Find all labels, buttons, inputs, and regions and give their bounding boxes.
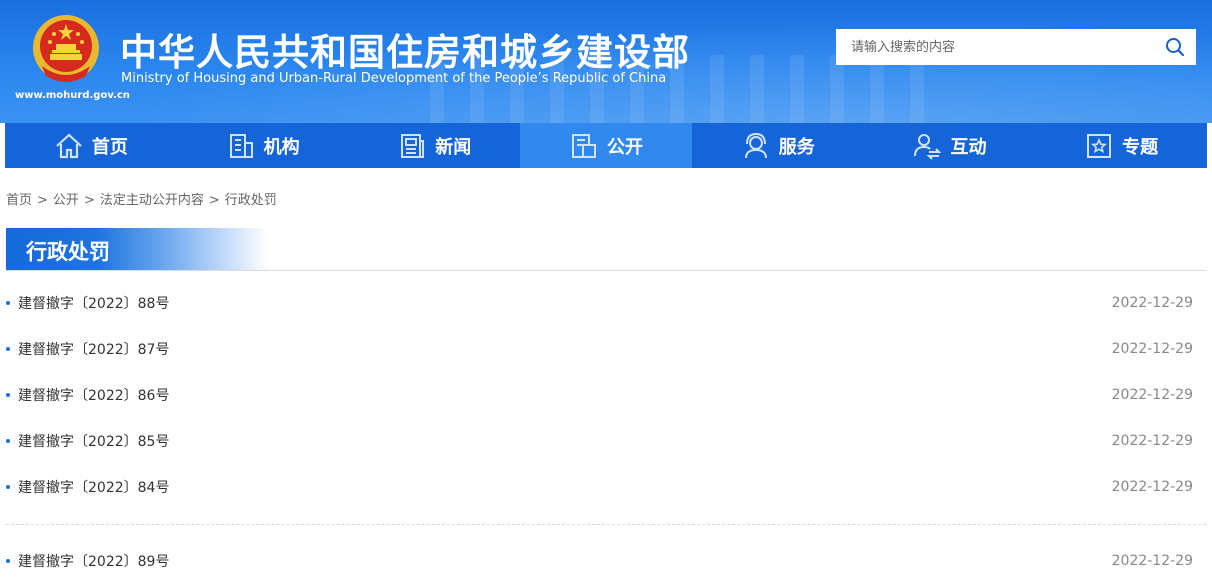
list-item-title[interactable]: 建督撤字〔2022〕85号 <box>18 431 169 451</box>
bullet-icon <box>6 393 10 397</box>
list-item-date: 2022-12-29 <box>1111 341 1193 357</box>
list-item-title[interactable]: 建督撤字〔2022〕84号 <box>18 477 169 497</box>
list-divider <box>6 524 1206 525</box>
nav-label: 首页 <box>91 136 128 158</box>
list-item: 建督撤字〔2022〕84号 2022-12-29 <box>6 464 1206 510</box>
building-icon <box>226 131 256 161</box>
bullet-icon <box>6 485 10 489</box>
list-item-date: 2022-12-29 <box>1111 553 1193 569</box>
document-list: 建督撤字〔2022〕88号 2022-12-29 建督撤字〔2022〕87号 2… <box>6 280 1206 584</box>
list-item: 建督撤字〔2022〕89号 2022-12-29 <box>6 538 1206 584</box>
bullet-icon <box>6 301 10 305</box>
bullet-icon <box>6 347 10 351</box>
nav-label: 新闻 <box>435 136 472 158</box>
main-nav: 首页 机构 新闻 公开 服务 互动 专题 <box>5 123 1207 168</box>
list-item-date: 2022-12-29 <box>1111 433 1193 449</box>
list-item-date: 2022-12-29 <box>1111 479 1193 495</box>
list-item-date: 2022-12-29 <box>1111 295 1193 311</box>
breadcrumb-current[interactable]: 行政处罚 <box>225 193 277 208</box>
list-item-title[interactable]: 建督撤字〔2022〕89号 <box>18 551 169 571</box>
section-header: 行政处罚 <box>6 228 1206 271</box>
breadcrumb-separator: > <box>83 193 95 208</box>
nav-item-service[interactable]: 服务 <box>692 123 864 168</box>
breadcrumb-home[interactable]: 首页 <box>6 193 32 208</box>
newspaper-icon <box>397 131 427 161</box>
nav-item-public[interactable]: 公开 <box>520 123 692 168</box>
nav-item-organization[interactable]: 机构 <box>177 123 349 168</box>
list-item: 建督撤字〔2022〕87号 2022-12-29 <box>6 326 1206 372</box>
site-url: www.mohurd.gov.cn <box>15 90 130 101</box>
site-title-en: Ministry of Housing and Urban-Rural Deve… <box>121 71 667 86</box>
breadcrumb-public[interactable]: 公开 <box>53 193 79 208</box>
nav-item-interaction[interactable]: 互动 <box>864 123 1036 168</box>
site-title-cn[interactable]: 中华人民共和国住房和城乡建设部 <box>120 22 690 76</box>
search-button[interactable] <box>1154 29 1196 65</box>
list-item: 建督撤字〔2022〕85号 2022-12-29 <box>6 418 1206 464</box>
nav-label: 机构 <box>263 136 300 158</box>
star-box-icon <box>1084 131 1114 161</box>
search-box <box>836 29 1196 65</box>
document-icon <box>569 131 599 161</box>
bullet-icon <box>6 559 10 563</box>
breadcrumb-separator: > <box>208 193 220 208</box>
list-item-date: 2022-12-29 <box>1111 387 1193 403</box>
list-item-title[interactable]: 建督撤字〔2022〕88号 <box>18 293 169 313</box>
nav-label: 互动 <box>950 136 987 158</box>
nav-label: 专题 <box>1122 136 1159 158</box>
search-icon <box>1166 38 1185 57</box>
list-item: 建督撤字〔2022〕86号 2022-12-29 <box>6 372 1206 418</box>
site-header: www.mohurd.gov.cn 中华人民共和国住房和城乡建设部 Minist… <box>0 0 1212 123</box>
nav-item-home[interactable]: 首页 <box>5 123 177 168</box>
nav-item-topics[interactable]: 专题 <box>1035 123 1207 168</box>
nav-label: 公开 <box>607 136 644 158</box>
breadcrumb-separator: > <box>37 193 48 208</box>
home-icon <box>54 131 84 161</box>
breadcrumb: 首页 > 公开 > 法定主动公开内容 > 行政处罚 <box>6 189 277 208</box>
breadcrumb-statutory-disclosure[interactable]: 法定主动公开内容 <box>100 193 204 208</box>
national-emblem-icon <box>33 15 99 82</box>
list-item-title[interactable]: 建督撤字〔2022〕87号 <box>18 339 169 359</box>
list-item-title[interactable]: 建督撤字〔2022〕86号 <box>18 385 169 405</box>
nav-item-news[interactable]: 新闻 <box>348 123 520 168</box>
user-exchange-icon <box>912 131 942 161</box>
service-agent-icon <box>741 131 771 161</box>
bullet-icon <box>6 439 10 443</box>
section-title: 行政处罚 <box>26 240 110 264</box>
list-item: 建督撤字〔2022〕88号 2022-12-29 <box>6 280 1206 326</box>
nav-label: 服务 <box>778 136 815 158</box>
search-input[interactable] <box>836 29 1154 65</box>
